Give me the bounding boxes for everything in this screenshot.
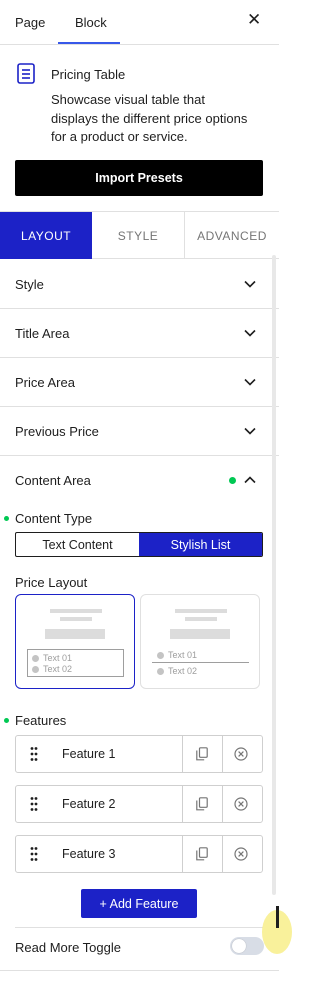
panel-title-area[interactable]: Title Area — [0, 309, 279, 358]
preview-list-item: Text 02 — [157, 666, 197, 676]
pricing-table-icon — [17, 63, 35, 84]
panel-style-label: Style — [15, 277, 44, 292]
block-title: Pricing Table — [51, 67, 126, 82]
feature-item[interactable]: Feature 1 — [15, 735, 263, 773]
chevron-down-icon — [244, 427, 256, 435]
panel-price-area[interactable]: Price Area — [0, 358, 279, 407]
content-type-label: Content Type — [15, 511, 93, 526]
panel-tabs: LAYOUT STYLE ADVANCED — [0, 211, 279, 259]
sidebar-tabs: Page Block ✕ — [0, 0, 279, 45]
modified-indicator — [4, 718, 9, 723]
divider — [0, 970, 279, 971]
preview-bar — [175, 609, 227, 613]
check-icon — [157, 651, 164, 659]
content-type-toggle: Text Content Stylish List — [15, 532, 263, 557]
cursor-icon — [276, 906, 279, 928]
divider — [182, 736, 183, 772]
features-label: Features — [15, 713, 67, 728]
preview-list-item: Text 01 — [32, 653, 72, 663]
tab-block[interactable]: Block — [75, 15, 107, 30]
active-tab-indicator — [58, 42, 120, 44]
divider — [182, 786, 183, 822]
duplicate-icon[interactable] — [196, 847, 208, 861]
panel-style[interactable]: Style — [0, 260, 279, 309]
divider — [222, 836, 223, 872]
import-presets-button[interactable]: Import Presets — [15, 160, 263, 196]
tab-style[interactable]: STYLE — [92, 212, 185, 259]
option-stylish-list[interactable]: Stylish List — [139, 533, 262, 556]
panel-previous-price-label: Previous Price — [15, 424, 99, 439]
option-text-content[interactable]: Text Content — [16, 533, 139, 556]
preview-bar — [185, 617, 217, 621]
modified-indicator — [229, 477, 236, 484]
feature-item[interactable]: Feature 3 — [15, 835, 263, 873]
tab-advanced[interactable]: ADVANCED — [185, 212, 279, 259]
divider — [222, 736, 223, 772]
panel-title-area-label: Title Area — [15, 326, 70, 341]
preview-bar — [50, 609, 102, 613]
divider — [222, 786, 223, 822]
feature-label: Feature 3 — [62, 847, 116, 861]
preview-bar — [170, 629, 230, 639]
tab-page[interactable]: Page — [15, 15, 45, 30]
drag-handle-icon[interactable] — [30, 796, 38, 812]
panel-price-area-label: Price Area — [15, 375, 75, 390]
chevron-down-icon — [244, 378, 256, 386]
preview-bar — [60, 617, 92, 621]
preview-list-item: Text 01 — [157, 650, 197, 660]
modified-indicator — [4, 516, 9, 521]
feature-label: Feature 2 — [62, 797, 116, 811]
duplicate-icon[interactable] — [196, 797, 208, 811]
check-icon — [32, 654, 39, 662]
chevron-down-icon — [244, 280, 256, 288]
preview-bar — [45, 629, 105, 639]
price-layout-label: Price Layout — [15, 575, 88, 590]
add-feature-button[interactable]: + Add Feature — [81, 889, 197, 918]
close-icon[interactable]: ✕ — [247, 11, 261, 29]
block-description: Showcase visual table that displays the … — [51, 92, 248, 144]
preview-list-item: Text 02 — [32, 664, 72, 674]
drag-handle-icon[interactable] — [30, 746, 38, 762]
feature-label: Feature 1 — [62, 747, 116, 761]
price-layout-option-2[interactable]: Text 01 Text 02 — [140, 594, 260, 689]
remove-circle-icon[interactable] — [234, 847, 248, 861]
scrollbar[interactable] — [272, 255, 276, 895]
read-more-toggle-label: Read More Toggle — [15, 940, 121, 955]
divider — [182, 836, 183, 872]
chevron-up-icon — [244, 476, 256, 484]
panel-previous-price[interactable]: Previous Price — [0, 407, 279, 456]
panel-content-area-label: Content Area — [15, 473, 91, 488]
tab-layout[interactable]: LAYOUT — [0, 212, 92, 259]
check-icon — [32, 665, 39, 673]
feature-item[interactable]: Feature 2 — [15, 785, 263, 823]
read-more-toggle[interactable] — [230, 937, 264, 955]
block-card: Pricing Table Showcase visual table that… — [0, 45, 279, 210]
toggle-knob — [232, 939, 246, 953]
divider — [15, 927, 263, 928]
check-icon — [157, 667, 164, 675]
drag-handle-icon[interactable] — [30, 846, 38, 862]
preview-divider — [152, 662, 249, 663]
chevron-down-icon — [244, 329, 256, 337]
remove-circle-icon[interactable] — [234, 747, 248, 761]
duplicate-icon[interactable] — [196, 747, 208, 761]
price-layout-option-1[interactable]: Text 01 Text 02 — [15, 594, 135, 689]
remove-circle-icon[interactable] — [234, 797, 248, 811]
panel-content-area[interactable]: Content Area — [0, 456, 279, 505]
